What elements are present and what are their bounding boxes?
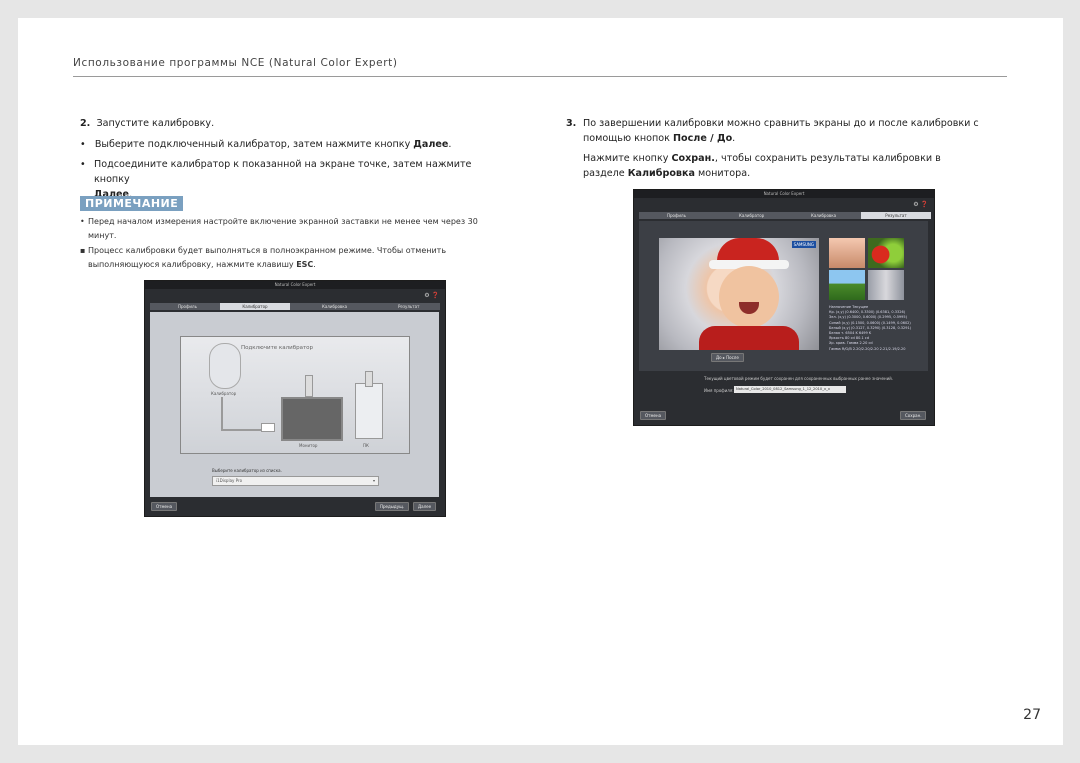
cancel-button[interactable]: Отмена (151, 502, 178, 511)
select-label: Выберите калибратор из списка. (212, 468, 282, 473)
thumbnail-apples (868, 238, 904, 268)
wizard-steps: Профиль Калибратор Калибровка Результат (639, 212, 931, 219)
monitor-label: Монитор (299, 443, 318, 448)
calibrator-device-icon (209, 343, 241, 389)
bullet-1-bold: Далее (413, 139, 449, 150)
step-calibrator: Калибратор (220, 303, 290, 310)
note-bullet-icon: ▪ (80, 246, 86, 255)
note-item-2-text: Процесс калибровки будет выполняться в п… (88, 246, 447, 269)
toolbar-icons: ⚙ ❓ (913, 201, 928, 208)
pc-label: ПК (363, 443, 369, 448)
profile-name-label: Имя профиля: (704, 388, 734, 393)
monitor-icon (281, 397, 343, 441)
calibrator-screenshot: Natural Color Expert КалибровкаОднородн.… (144, 280, 446, 517)
step-result: Результат (861, 212, 931, 219)
step-3-number: 3. (566, 118, 577, 129)
save-paragraph-text: Нажмите кнопку (583, 153, 672, 164)
bullet-1-end: . (448, 139, 452, 150)
previous-button[interactable]: Предыдущ. (375, 502, 410, 511)
note-bullet-icon: • (80, 217, 85, 226)
step-2-number: 2. (80, 118, 91, 129)
toolbar-icons: ⚙ ❓ (424, 292, 439, 299)
cable-line (221, 429, 261, 431)
bullet-2-text: Подсоедините калибратор к показанной на … (94, 159, 472, 185)
color-info-table: Назначение Текущее Кр. (x,y) (0.6400, 0.… (829, 305, 925, 352)
page-header-title: Использование программы NCE (Natural Col… (73, 57, 398, 69)
gear-icon[interactable]: ⚙ (424, 292, 429, 299)
note-item-2: ▪ Процесс калибровки будет выполняться в… (80, 244, 500, 272)
step-result: Результат (398, 304, 420, 309)
manual-page: Использование программы NCE (Natural Col… (18, 18, 1063, 745)
baby-photo: SAMSUNG (659, 238, 819, 350)
step-profile: Профиль (178, 304, 197, 309)
step-calibration: Калибровка (322, 304, 348, 309)
calibrator-label: Калибратор (211, 391, 237, 396)
step-3-bold: После / До (673, 133, 733, 144)
note-badge: ПРИМЕЧАНИЕ (80, 196, 184, 211)
wizard-steps: Профиль Калибратор Калибровка Результат (150, 303, 440, 310)
thumbnail-tree (829, 270, 865, 300)
bullet-1: • Выберите подключенный калибратор, зате… (80, 137, 520, 152)
save-paragraph: Нажмите кнопку Сохран., чтобы сохранить … (583, 151, 983, 181)
window-title: Natural Color Expert (634, 190, 934, 198)
save-paragraph-end: монитора. (694, 168, 751, 179)
pc-tower-icon (355, 383, 383, 439)
content-panel: Подключите калибратор Калибратор Монитор… (150, 312, 439, 497)
usb-plug-icon (261, 423, 275, 432)
page-number: 27 (1023, 707, 1041, 723)
connect-title: Подключите калибратор (241, 345, 314, 351)
bullet-dot: • (80, 139, 86, 150)
note-item-1-text: Перед началом измерения настройте включе… (88, 217, 478, 240)
next-button[interactable]: Далее (413, 502, 437, 511)
chevron-down-icon: ▾ (372, 478, 375, 483)
calibrator-select-value: i1Display Pro (216, 478, 243, 483)
cancel-button[interactable]: Отмена (640, 411, 667, 420)
photo-face (719, 266, 779, 328)
samsung-logo: SAMSUNG (791, 241, 816, 248)
step-2-text: Запустите калибровку. (96, 118, 215, 129)
info-message: Текущий цветовой режим будет сохранен дл… (704, 376, 894, 381)
help-icon[interactable]: ❓ (432, 292, 439, 299)
window-title: Natural Color Expert (145, 281, 445, 289)
save-paragraph-bold-2: Калибровка (627, 168, 695, 179)
note-item-1: • Перед началом измерения настройте вклю… (80, 215, 500, 243)
tab-bar: КалибровкаОднородн.Проверка (640, 201, 758, 219)
result-screenshot: Natural Color Expert КалибровкаОднородн.… (633, 189, 935, 426)
help-icon[interactable]: ❓ (921, 201, 928, 208)
photo-clothes (699, 326, 799, 350)
tab-bar: КалибровкаОднородн.Проверка (151, 292, 269, 310)
header-rule (73, 76, 1007, 77)
thumbnail-baby (829, 238, 865, 268)
step-3-end: . (732, 133, 736, 144)
save-paragraph-bold: Сохран. (671, 153, 715, 164)
note-item-2-bold: ESC (296, 260, 314, 269)
usb-cable-icon (365, 371, 373, 387)
bullet-dot: • (80, 159, 86, 170)
step-calibrator: Калибратор (739, 213, 765, 218)
save-button[interactable]: Сохран. (900, 411, 927, 420)
profile-name-input[interactable]: Natural_Color_2010_0812_Samsung_1_12_201… (734, 386, 846, 393)
calibrator-select[interactable]: i1Display Pro ▾ (212, 476, 379, 486)
note-item-2-end: . (313, 260, 316, 269)
step-profile: Профиль (667, 213, 686, 218)
bullet-1-text: Выберите подключенный калибратор, затем … (94, 139, 414, 150)
gear-icon[interactable]: ⚙ (913, 201, 918, 208)
step-3: 3. По завершении калибровки можно сравни… (566, 116, 986, 146)
cable-line (221, 397, 223, 429)
thumbnail-people (868, 270, 904, 300)
info-row: Гамма R/G/B 2.20/2.20/2.20 2.21/2.19/2.2… (829, 346, 906, 351)
connection-diagram: Подключите калибратор Калибратор Монитор… (180, 336, 410, 454)
step-2: 2. Запустите калибровку. (80, 116, 214, 131)
step-calibration: Калибровка (811, 213, 837, 218)
content-panel: SAMSUNG До ▸ После Назначение Текущее Кр… (639, 221, 928, 371)
step-3-text: По завершении калибровки можно сравнить … (583, 118, 979, 144)
before-after-toggle[interactable]: До ▸ После (711, 353, 744, 362)
usb-cable-icon (305, 375, 313, 397)
